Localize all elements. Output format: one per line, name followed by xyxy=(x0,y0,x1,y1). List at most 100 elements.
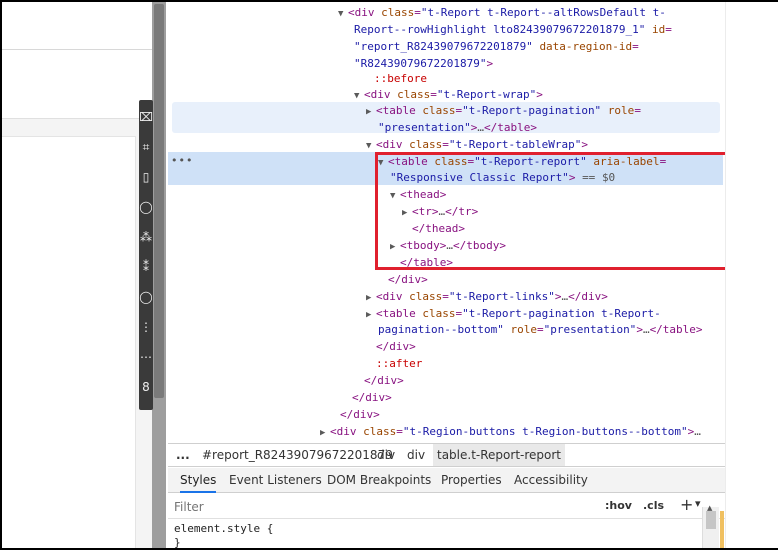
dom-node-line[interactable]: </div> xyxy=(364,372,404,389)
dom-node-line[interactable]: ▶ <div class="t-Report-links">…</div> xyxy=(366,288,608,305)
hov-toggle-button[interactable]: :hov xyxy=(605,499,632,512)
dom-node-line[interactable]: Report--rowHighlight lto8243907967220187… xyxy=(354,21,672,38)
page-floating-toolbar: ⌧ ⌗ ▯ ◯ ⁂ ⁑ ◯ ⋮ ⋯ 8 xyxy=(139,100,153,410)
dom-token-val: "presentation" xyxy=(378,121,471,134)
collapse-triangle-icon[interactable]: ▼ xyxy=(354,88,364,105)
dom-node-line[interactable]: ▶ <table class="t-Report-pagination t-Rep… xyxy=(366,305,661,322)
dom-node-line[interactable]: </div> xyxy=(376,338,416,355)
dom-node-line[interactable]: "presentation">…</table> xyxy=(378,119,537,136)
styles-filter-input[interactable] xyxy=(174,498,574,515)
styles-scrollbar-thumb[interactable] xyxy=(706,511,716,529)
tab-event-listeners[interactable]: Event Listeners xyxy=(229,468,322,493)
dom-token-val: pagination--bottom" xyxy=(378,323,504,336)
devtools-side-area xyxy=(725,2,778,548)
dom-token-tag: = xyxy=(442,138,449,151)
dom-token-tag xyxy=(601,104,608,117)
styles-tabbar: Styles Event Listeners DOM Breakpoints Prop… xyxy=(168,468,725,493)
breadcrumb-item[interactable]: table.t-Report-report xyxy=(433,444,566,466)
dom-token-attr: class xyxy=(422,104,456,117)
dom-token-tag: = xyxy=(442,290,449,303)
dom-token-val: "t-Report t-Report--altRowsDefault t- xyxy=(420,6,666,19)
dom-token-tag: </div> xyxy=(376,340,416,353)
toolbar-tool-icon[interactable]: ⁑ xyxy=(139,254,153,280)
element-style-rule[interactable]: element.style { xyxy=(174,522,273,535)
page-header-area xyxy=(2,2,152,50)
dom-node-line[interactable]: ::after xyxy=(376,355,422,372)
dom-token-val: "t-Report-pagination t-Report- xyxy=(462,307,661,320)
expand-triangle-icon[interactable]: ▶ xyxy=(320,425,330,442)
breadcrumb-item[interactable]: #report_R82439079672201879 xyxy=(202,444,393,466)
dom-node-line[interactable]: ▼ <div class="t-Report t-Report--altRowsD… xyxy=(338,4,666,21)
toolbar-tool-icon[interactable]: ▯ xyxy=(139,164,153,190)
dom-node-line[interactable]: </div> xyxy=(388,271,428,288)
breadcrumb: ... #report_R82439079672201879 div div table… xyxy=(168,443,725,467)
dom-token-val: Report--rowHighlight lto8243907967220187… xyxy=(354,23,646,36)
tab-dom-breakpoints[interactable]: DOM Breakpoints xyxy=(327,468,431,493)
devtools-panel: ••• ▼ <div class="t-Report t-Report--altR… xyxy=(168,2,725,549)
breadcrumb-item[interactable]: div xyxy=(377,444,395,466)
toolbar-tool-icon[interactable]: ⋯ xyxy=(139,344,153,370)
dom-token-val: "t-Report-links" xyxy=(448,290,555,303)
dom-token-tag: = xyxy=(634,104,641,117)
dom-node-line[interactable]: ▼ <div class="t-Report-tableWrap"> xyxy=(366,136,588,153)
dom-token-attr: class xyxy=(397,88,431,101)
annotation-highlight-box xyxy=(375,152,776,270)
dom-token-tag: = xyxy=(632,40,639,53)
dom-token-tag: > xyxy=(636,323,643,336)
more-options-icon[interactable]: ▾ xyxy=(695,497,701,510)
toolbar-tool-icon[interactable]: ◯ xyxy=(139,194,153,220)
dom-token-tag: <table xyxy=(376,307,423,320)
styles-scrollbar[interactable]: ▲ xyxy=(702,504,719,548)
dom-token-tag: </table> xyxy=(649,323,703,336)
cls-toggle-button[interactable]: .cls xyxy=(643,499,664,512)
dom-node-line[interactable]: ▶ <div class="t-Region-buttons t-Region-b… xyxy=(320,423,701,440)
dom-node-line[interactable]: pagination--bottom" role="presentation">… xyxy=(378,321,703,338)
collapse-triangle-icon[interactable]: ▼ xyxy=(338,6,348,23)
toolbar-tool-icon[interactable]: ⌗ xyxy=(139,134,153,160)
dom-node-line[interactable]: ::before xyxy=(374,70,427,87)
dom-token-tag: </div> xyxy=(364,374,404,387)
dom-token-tag: > xyxy=(486,57,494,70)
breadcrumb-item[interactable]: div xyxy=(407,444,425,466)
dom-node-line[interactable]: </div> xyxy=(340,406,380,423)
new-style-rule-button[interactable]: + xyxy=(680,495,693,514)
dom-token-attr: id xyxy=(652,23,666,36)
dom-token-attr: class xyxy=(409,138,443,151)
toolbar-tool-icon[interactable]: ⋮ xyxy=(139,314,153,340)
tab-properties[interactable]: Properties xyxy=(441,468,502,493)
breadcrumb-overflow[interactable]: ... xyxy=(176,444,190,466)
dom-token-tag: </div> xyxy=(568,290,608,303)
dom-token-dim: … xyxy=(477,121,484,134)
dom-token-dim: … xyxy=(694,425,701,438)
dom-token-dim: … xyxy=(642,323,650,336)
page-scrollbar-thumb[interactable] xyxy=(154,4,164,398)
dom-token-tag: <div xyxy=(330,425,364,438)
dom-token-tag: = xyxy=(665,23,672,36)
toolbar-tool-icon[interactable]: 8 xyxy=(139,374,153,400)
dom-node-line[interactable]: ▼ <div class="t-Report-wrap"> xyxy=(354,86,543,103)
dom-node-line[interactable]: "report_R82439079672201879" data-region-… xyxy=(354,38,639,55)
dom-token-attr: class xyxy=(363,425,397,438)
dom-token-val: "report_R82439079672201879" xyxy=(354,40,533,53)
toolbar-tool-icon[interactable]: ⁂ xyxy=(139,224,153,250)
expand-triangle-icon[interactable]: ▶ xyxy=(366,307,376,324)
dom-token-tag: </div> xyxy=(340,408,380,421)
dom-node-line[interactable]: </div> xyxy=(352,389,392,406)
side-scroll-indicator xyxy=(720,511,724,548)
dom-token-tag: <div xyxy=(364,88,398,101)
expand-triangle-icon[interactable]: ▶ xyxy=(366,104,376,121)
dom-token-tag: > xyxy=(536,88,543,101)
toolbar-tool-icon[interactable]: ⌧ xyxy=(139,104,153,130)
dom-token-attr: role xyxy=(510,323,537,336)
tab-styles[interactable]: Styles xyxy=(180,468,217,493)
tab-accessibility[interactable]: Accessibility xyxy=(514,468,588,493)
dom-token-attr: class xyxy=(409,290,443,303)
node-actions-dots[interactable]: ••• xyxy=(171,154,193,167)
dom-node-line[interactable]: ▶ <table class = "t-Report-pagination" role… xyxy=(366,102,641,119)
dom-token-val: "presentation" xyxy=(543,323,637,336)
dom-token-val: "t-Report-wrap" xyxy=(436,88,537,101)
toolbar-tool-icon[interactable]: ◯ xyxy=(139,284,153,310)
dom-token-attr: data-region-id xyxy=(539,40,633,53)
page-content-panel xyxy=(2,136,136,548)
dom-token-tag: = xyxy=(414,6,421,19)
